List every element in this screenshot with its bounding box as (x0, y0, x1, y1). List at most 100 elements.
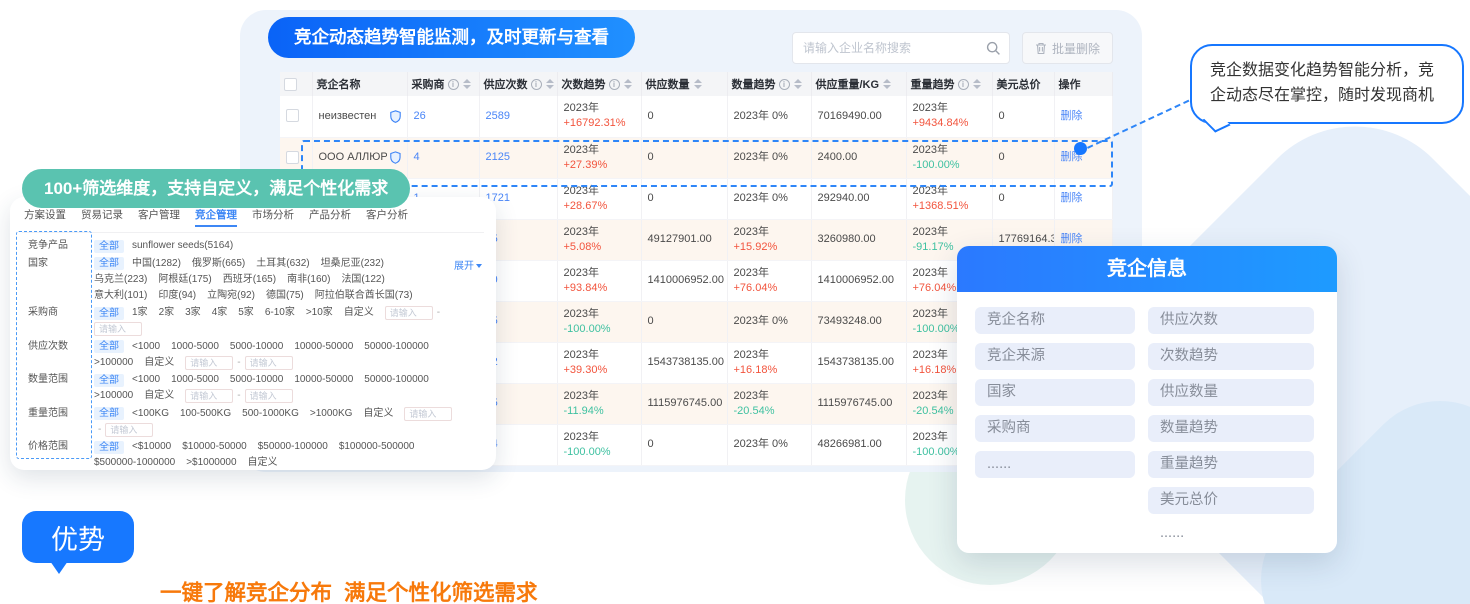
sort-icon[interactable] (883, 79, 891, 89)
filter-option[interactable]: $10000-50000 (182, 440, 247, 454)
range-min-input[interactable] (185, 356, 233, 370)
filter-option[interactable]: 自定义 (363, 407, 393, 421)
select-all-header[interactable] (280, 72, 312, 96)
delete-link[interactable]: 删除 (1061, 192, 1083, 204)
filter-option[interactable]: 2家 (159, 306, 175, 320)
filter-option[interactable]: 10000-50000 (294, 373, 353, 387)
filter-option[interactable]: 自定义 (248, 456, 278, 470)
filter-option[interactable]: <1000 (132, 340, 160, 354)
filter-option[interactable]: 自定义 (144, 389, 174, 403)
filter-option[interactable]: 5家 (238, 306, 254, 320)
filter-option[interactable]: 俄罗斯(665) (192, 257, 245, 271)
delete-link[interactable]: 删除 (1061, 233, 1083, 245)
filter-option[interactable]: 阿根廷(175) (158, 273, 211, 287)
filter-option[interactable]: <100KG (132, 407, 169, 421)
filter-all-chip[interactable]: 全部 (94, 441, 124, 454)
row-checkbox[interactable] (286, 109, 299, 122)
filter-option[interactable]: 法国(122) (341, 273, 384, 287)
filter-option[interactable]: 3家 (185, 306, 201, 320)
filter-option[interactable]: >$1000000 (186, 456, 236, 470)
filter-option[interactable]: 4家 (212, 306, 228, 320)
filter-option[interactable]: 6-10家 (265, 306, 295, 320)
tab-市场分析[interactable]: 市场分析 (252, 207, 294, 227)
filter-option[interactable]: 中国(1282) (132, 257, 181, 271)
filter-all-chip[interactable]: 全部 (94, 374, 124, 387)
filter-option[interactable]: 立陶宛(92) (207, 289, 255, 303)
tab-客户分析[interactable]: 客户分析 (366, 207, 408, 227)
tab-产品分析[interactable]: 产品分析 (309, 207, 351, 227)
filter-option[interactable]: 德国(75) (266, 289, 304, 303)
column-header[interactable]: 重量趋势i (906, 72, 992, 96)
filter-option[interactable]: 坦桑尼亚(232) (321, 257, 384, 271)
search-input[interactable] (803, 41, 986, 55)
filter-option[interactable]: 阿拉伯联合酋长国(73) (315, 289, 413, 303)
sort-icon[interactable] (694, 79, 702, 89)
column-header[interactable]: 数量趋势i (727, 72, 811, 96)
filter-all-chip[interactable]: 全部 (94, 257, 124, 270)
expand-link[interactable]: 展开 (454, 257, 482, 272)
filter-all-chip[interactable]: 全部 (94, 340, 124, 353)
filter-option[interactable]: sunflower seeds(5164) (132, 239, 233, 253)
supply-count-cell[interactable]: 2589 (479, 96, 557, 137)
filter-option[interactable]: 1000-5000 (171, 340, 219, 354)
filter-option[interactable]: 土耳其(632) (256, 257, 309, 271)
sort-icon[interactable] (794, 79, 802, 89)
sort-icon[interactable] (463, 79, 471, 89)
tab-竞企管理[interactable]: 竞企管理 (195, 207, 237, 227)
column-header[interactable]: 供应重量/KG (811, 72, 906, 96)
filter-option[interactable]: 100-500KG (180, 407, 231, 421)
tab-方案设置[interactable]: 方案设置 (24, 207, 66, 227)
range-max-input[interactable] (105, 423, 153, 437)
batch-delete-button[interactable]: 批量删除 (1022, 32, 1113, 64)
column-header[interactable]: 供应数量 (641, 72, 727, 96)
filter-option[interactable]: 5000-10000 (230, 373, 283, 387)
filter-option[interactable]: 50000-100000 (364, 340, 429, 354)
filter-option[interactable]: <1000 (132, 373, 160, 387)
sort-icon[interactable] (546, 79, 554, 89)
filter-option[interactable]: $100000-500000 (339, 440, 415, 454)
filter-all-chip[interactable]: 全部 (94, 407, 124, 420)
sort-icon[interactable] (624, 79, 632, 89)
filter-option[interactable]: 意大利(101) (94, 289, 147, 303)
tab-贸易记录[interactable]: 贸易记录 (81, 207, 123, 227)
supply-count-cell[interactable]: 2125 (479, 137, 557, 178)
filter-option[interactable]: 自定义 (144, 356, 174, 370)
buyers-count-cell[interactable]: 26 (407, 96, 479, 137)
filter-option[interactable]: 50000-100000 (364, 373, 429, 387)
range-min-input[interactable] (404, 407, 452, 421)
range-min-input[interactable] (385, 306, 433, 320)
row-checkbox[interactable] (286, 151, 299, 164)
column-header[interactable]: 次数趋势i (557, 72, 641, 96)
filter-option[interactable]: 500-1000KG (242, 407, 299, 421)
filter-all-chip[interactable]: 全部 (94, 240, 124, 253)
range-max-input[interactable] (94, 322, 142, 336)
filter-option[interactable]: 5000-10000 (230, 340, 283, 354)
filter-all-chip[interactable]: 全部 (94, 307, 124, 320)
filter-option[interactable]: >100000 (94, 356, 133, 370)
filter-option[interactable]: <$10000 (132, 440, 171, 454)
filter-option[interactable]: >100000 (94, 389, 133, 403)
range-max-input[interactable] (245, 389, 293, 403)
column-header[interactable]: 采购商i (407, 72, 479, 96)
filter-option[interactable]: 南非(160) (287, 273, 330, 287)
filter-option[interactable]: 乌克兰(223) (94, 273, 147, 287)
sort-icon[interactable] (973, 79, 981, 89)
column-header[interactable]: 供应次数i (479, 72, 557, 96)
select-all-checkbox[interactable] (284, 78, 297, 91)
filter-option[interactable]: 1000-5000 (171, 373, 219, 387)
filter-option[interactable]: 西班牙(165) (223, 273, 276, 287)
range-min-input[interactable] (185, 389, 233, 403)
filter-option[interactable]: 1家 (132, 306, 148, 320)
filter-option[interactable]: 印度(94) (158, 289, 196, 303)
filter-option[interactable]: $500000-1000000 (94, 456, 175, 470)
filter-option[interactable]: 10000-50000 (294, 340, 353, 354)
company-search[interactable] (792, 32, 1010, 64)
delete-link[interactable]: 删除 (1061, 110, 1083, 122)
filter-option[interactable]: $50000-100000 (258, 440, 328, 454)
buyers-count-cell[interactable]: 4 (407, 137, 479, 178)
filter-option[interactable]: 自定义 (344, 306, 374, 320)
range-max-input[interactable] (245, 356, 293, 370)
tab-客户管理[interactable]: 客户管理 (138, 207, 180, 227)
filter-option[interactable]: >10家 (306, 306, 333, 320)
filter-option[interactable]: >1000KG (310, 407, 353, 421)
